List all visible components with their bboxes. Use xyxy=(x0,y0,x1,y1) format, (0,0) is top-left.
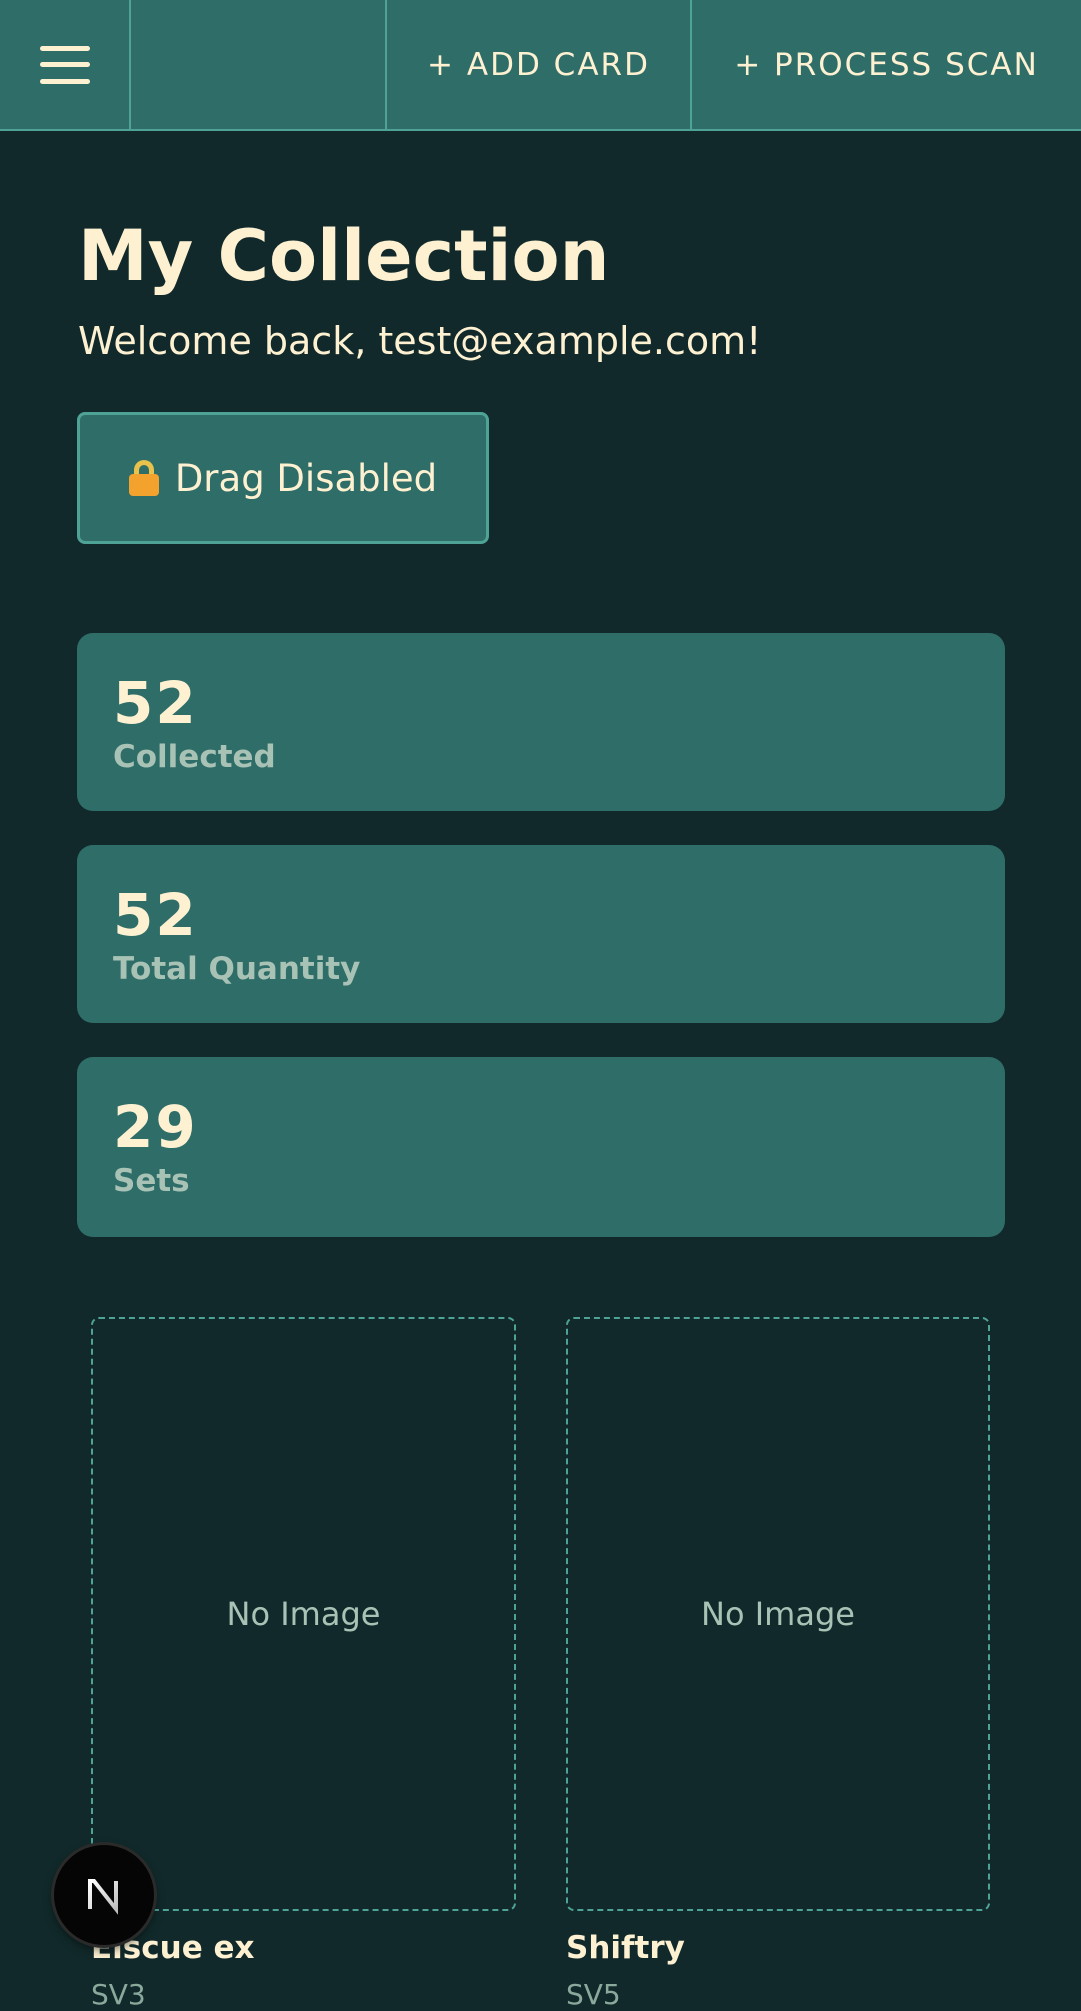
stat-value: 52 xyxy=(113,881,198,949)
card-name: Shiftry xyxy=(566,1930,685,1966)
n-logo-glyph xyxy=(88,1879,118,1915)
process-scan-button[interactable]: + PROCESS SCAN xyxy=(692,0,1081,129)
card-image-placeholder: No Image xyxy=(226,1595,381,1633)
card-tile[interactable]: No Image xyxy=(566,1317,990,1911)
stat-card-collected: 52 Collected xyxy=(77,633,1005,811)
top-nav-bar: + ADD CARD + PROCESS SCAN xyxy=(0,0,1081,131)
stat-value: 29 xyxy=(113,1093,198,1161)
card-set-code: SV3 xyxy=(91,1978,146,2011)
stat-card-sets: 29 Sets xyxy=(77,1057,1005,1237)
stat-label: Collected xyxy=(113,739,276,775)
stat-label: Total Quantity xyxy=(113,951,361,987)
drag-toggle-button[interactable]: Drag Disabled xyxy=(77,412,489,544)
card-tile[interactable]: No Image xyxy=(91,1317,516,1911)
process-scan-label: + PROCESS SCAN xyxy=(734,46,1039,83)
page-title: My Collection xyxy=(78,215,610,297)
stat-card-total-quantity: 52 Total Quantity xyxy=(77,845,1005,1023)
hamburger-menu-icon xyxy=(39,45,90,84)
lock-icon xyxy=(128,460,159,496)
add-card-label: + ADD CARD xyxy=(427,46,650,83)
stat-label: Sets xyxy=(113,1163,190,1199)
add-card-button[interactable]: + ADD CARD xyxy=(387,0,692,129)
welcome-message: Welcome back, test@example.com! xyxy=(78,319,762,363)
menu-button[interactable] xyxy=(0,0,131,129)
drag-toggle-label: Drag Disabled xyxy=(174,456,438,500)
card-image-placeholder: No Image xyxy=(701,1595,855,1633)
stat-value: 52 xyxy=(113,669,198,737)
next-logo-icon[interactable] xyxy=(54,1845,154,1945)
nav-spacer xyxy=(131,0,387,129)
card-set-code: SV5 xyxy=(566,1978,621,2011)
